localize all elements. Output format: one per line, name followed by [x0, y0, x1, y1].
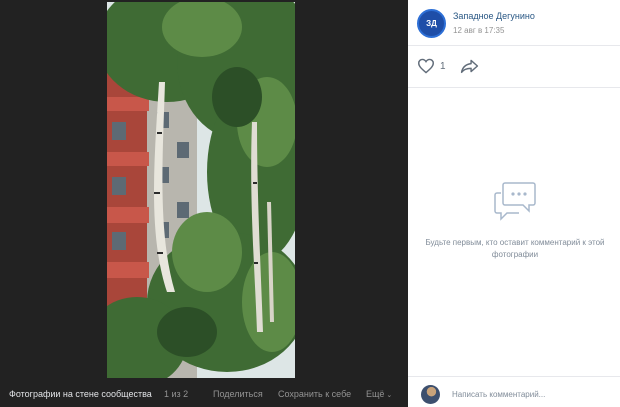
comment-composer — [408, 376, 620, 407]
photo-counter: 1 из 2 — [164, 389, 189, 399]
more-menu-button[interactable]: Ещё ⌄ — [366, 389, 392, 399]
viewer-footer: Фотографии на стене сообщества 1 из 2 По… — [0, 379, 408, 407]
album-title[interactable]: Фотографии на стене сообщества — [9, 389, 152, 399]
share-link[interactable]: Поделиться — [213, 389, 263, 399]
photo-image — [107, 2, 295, 378]
share-arrow-icon[interactable] — [460, 58, 479, 74]
photo[interactable] — [107, 2, 295, 378]
like-button[interactable]: 1 — [417, 58, 446, 74]
photo-viewer: Фотографии на стене сообщества 1 из 2 По… — [0, 0, 408, 407]
save-link[interactable]: Сохранить к себе — [278, 389, 351, 399]
group-name-link[interactable]: Западное Дегунино — [453, 11, 535, 21]
group-avatar[interactable]: ЗД — [417, 9, 446, 38]
like-count: 1 — [440, 60, 446, 72]
more-label: Ещё — [366, 389, 385, 399]
user-avatar[interactable] — [421, 385, 440, 404]
comment-bubble-icon — [494, 182, 536, 221]
heart-icon — [417, 58, 435, 74]
chevron-down-icon: ⌄ — [386, 392, 393, 399]
post-actions: 1 — [408, 46, 620, 88]
empty-comments-text: Будьте первым, кто оставит комментарий к… — [425, 238, 605, 259]
post-header: ЗД Западное Дегунино 12 авг в 17:35 — [408, 0, 620, 46]
post-date[interactable]: 12 авг в 17:35 — [453, 26, 504, 35]
comments-empty-state: Будьте первым, кто оставит комментарий к… — [408, 88, 620, 376]
photo-side-panel: ЗД Западное Дегунино 12 авг в 17:35 1 Бу… — [408, 0, 620, 407]
comment-input[interactable] — [452, 386, 612, 402]
